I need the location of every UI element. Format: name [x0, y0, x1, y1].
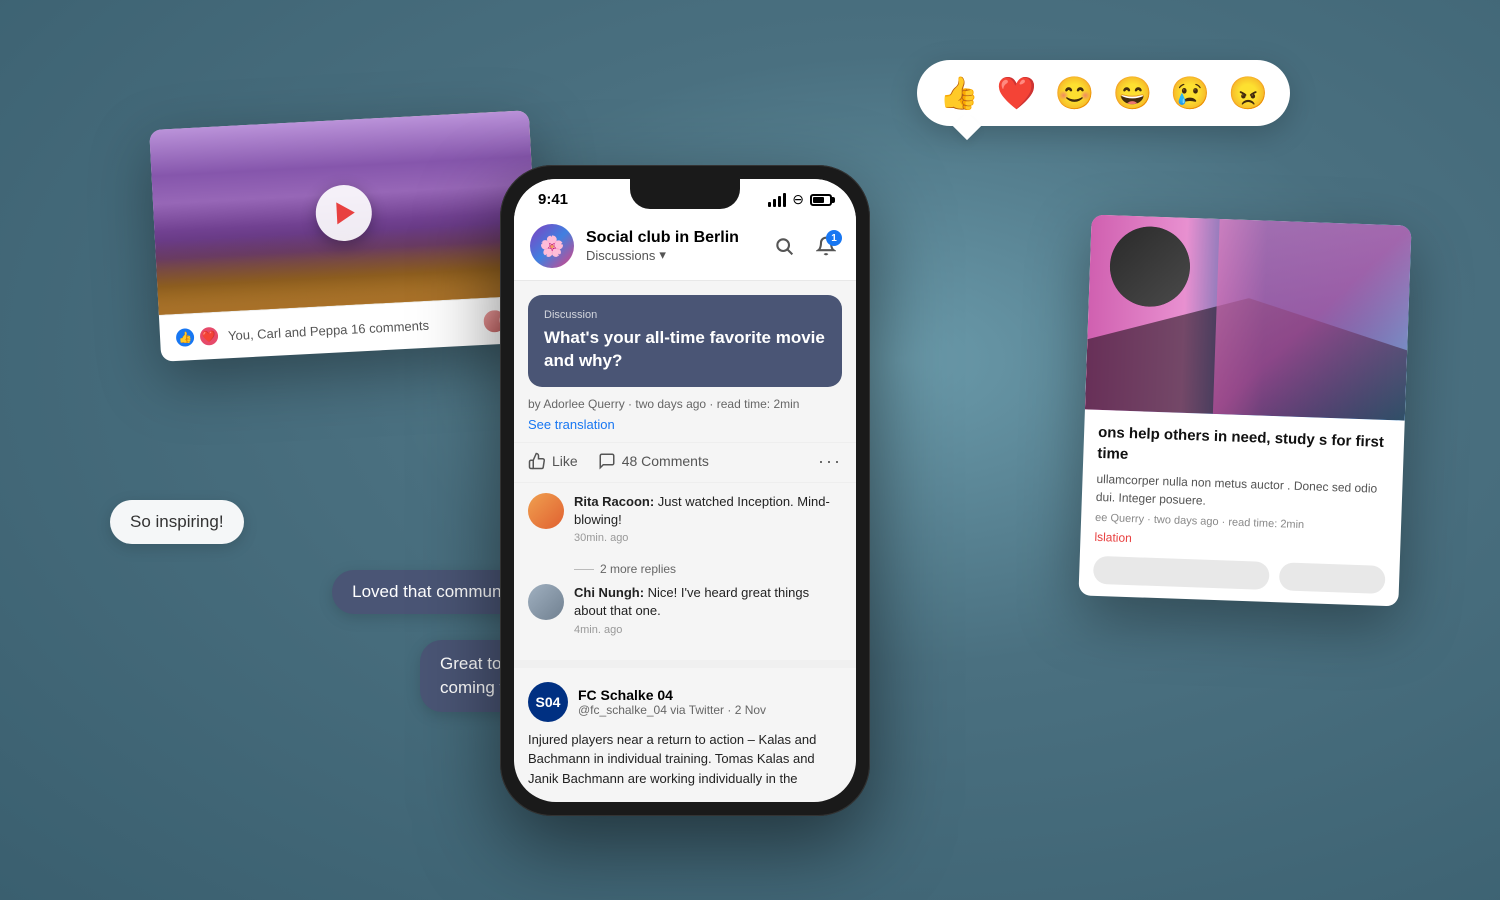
right-panel-image — [1085, 215, 1412, 421]
comment-text-chi: Chi Nungh: Nice! I've heard great things… — [574, 584, 842, 620]
rp-btn-1 — [1093, 556, 1270, 590]
phone: 9:41 ⊖ 🌸 — [500, 165, 870, 816]
avatar-chi — [528, 584, 564, 620]
discussion-label: Discussion — [544, 309, 826, 321]
article-title: ons help others in need, study s for fir… — [1097, 422, 1390, 474]
notch — [630, 179, 740, 209]
like-label: Like — [552, 453, 578, 469]
header-info: Social club in Berlin Discussions ▾ — [586, 229, 758, 263]
see-translation-link[interactable]: See translation — [514, 417, 856, 442]
more-replies[interactable]: 2 more replies — [528, 558, 842, 584]
discussion-card: Discussion What's your all-time favorite… — [528, 295, 842, 387]
comments-count-label: 48 Comments — [622, 453, 709, 469]
love-icon: ❤️ — [197, 325, 220, 348]
twitter-post: S04 FC Schalke 04 @fc_schalke_04 via Twi… — [514, 660, 856, 803]
comment-time-rita: 30min. ago — [574, 532, 842, 544]
play-icon — [336, 201, 355, 224]
signal-bar-2 — [773, 199, 776, 207]
footer-text: You, Carl and Peppa 16 comments — [228, 315, 474, 343]
group-name: Social club in Berlin — [586, 229, 758, 247]
reaction-like[interactable]: 👍 — [939, 74, 979, 112]
discussion-title: What's your all-time favorite movie and … — [544, 327, 826, 373]
see-translation-right[interactable]: lslation — [1094, 530, 1132, 545]
reaction-sad[interactable]: 😢 — [1170, 74, 1210, 112]
rp-btn-2 — [1279, 562, 1386, 594]
search-button[interactable] — [770, 232, 798, 260]
comment-time-chi: 4min. ago — [574, 624, 842, 636]
battery-icon — [810, 194, 832, 206]
group-avatar: 🌸 — [530, 224, 574, 268]
comments-section: Rita Racoon: Just watched Inception. Min… — [514, 483, 856, 660]
comment-item-rita: Rita Racoon: Just watched Inception. Min… — [528, 493, 842, 544]
phone-wrapper: 9:41 ⊖ 🌸 — [500, 165, 870, 816]
signal-bar-1 — [768, 202, 771, 207]
app-header: 🌸 Social club in Berlin Discussions ▾ — [514, 214, 856, 281]
comment-content-chi: Chi Nungh: Nice! I've heard great things… — [574, 584, 842, 635]
post-meta: by Adorlee Querry · two days ago · read … — [514, 387, 856, 417]
action-bar: Like 48 Comments ··· — [514, 442, 856, 483]
avatar-emoji: 🌸 — [540, 234, 565, 259]
right-panel: ons help others in need, study s for fir… — [1078, 215, 1411, 607]
right-panel-buttons — [1093, 556, 1386, 594]
reaction-love[interactable]: ❤️ — [997, 74, 1037, 112]
notification-button[interactable]: 1 — [812, 232, 840, 260]
graffiti-bg — [1213, 219, 1412, 421]
chat-bubble-inspiring: So inspiring! — [110, 500, 244, 544]
comments-count: 16 comments — [351, 317, 430, 336]
comments-button[interactable]: 48 Comments — [598, 452, 818, 470]
twitter-handle: @fc_schalke_04 via Twitter · 2 Nov — [578, 703, 766, 717]
comment-author-rita: Rita Racoon: — [574, 494, 658, 509]
reaction-haha[interactable]: 😊 — [1055, 74, 1095, 112]
twitter-info: FC Schalke 04 @fc_schalke_04 via Twitter… — [578, 687, 766, 717]
inspiring-text: So inspiring! — [130, 512, 224, 531]
left-video-card: 👍 ❤️ You, Carl and Peppa 16 comments — [149, 110, 541, 362]
battery-fill — [813, 197, 824, 203]
header-subtitle[interactable]: Discussions ▾ — [586, 247, 758, 263]
comment-item-chi: Chi Nungh: Nice! I've heard great things… — [528, 584, 842, 635]
like-icon: 👍 — [174, 326, 197, 349]
twitter-avatar: S04 — [528, 682, 568, 722]
reactions-bubble: 👍 ❤️ 😊 😄 😢 😠 — [917, 60, 1290, 126]
wifi-icon: ⊖ — [792, 191, 804, 208]
notification-badge: 1 — [826, 230, 842, 246]
signal-bar-4 — [783, 193, 786, 207]
footer-names: You, Carl and Peppa — [228, 322, 348, 343]
avatar-rita — [528, 493, 564, 529]
reaction-icons: 👍 ❤️ — [174, 325, 221, 349]
status-icons: ⊖ — [768, 191, 832, 208]
more-options-button[interactable]: ··· — [818, 451, 842, 472]
signal-bar-3 — [778, 196, 781, 207]
twitter-header: S04 FC Schalke 04 @fc_schalke_04 via Twi… — [528, 682, 842, 722]
reaction-angry[interactable]: 😠 — [1228, 74, 1268, 112]
comment-author-chi: Chi Nungh: — [574, 585, 648, 600]
comment-text-rita: Rita Racoon: Just watched Inception. Min… — [574, 493, 842, 529]
twitter-text: Injured players near a return to action … — [528, 730, 842, 789]
video-thumbnail[interactable] — [149, 110, 538, 315]
article-meta: ee Querry · two days ago · read time: 2m… — [1095, 512, 1387, 534]
chevron-down-icon: ▾ — [659, 247, 666, 263]
section-label: Discussions — [586, 248, 655, 263]
reaction-wow[interactable]: 😄 — [1112, 74, 1152, 112]
phone-screen: 9:41 ⊖ 🌸 — [514, 179, 856, 802]
article-body: ullamcorper nulla non metus auctor . Don… — [1096, 470, 1389, 516]
status-time: 9:41 — [538, 191, 568, 208]
comment-content-rita: Rita Racoon: Just watched Inception. Min… — [574, 493, 842, 544]
status-bar: 9:41 ⊖ — [514, 179, 856, 214]
like-button[interactable]: Like — [528, 452, 578, 470]
header-actions: 1 — [770, 232, 840, 260]
twitter-account-name: FC Schalke 04 — [578, 687, 766, 703]
signal-icon — [768, 193, 786, 207]
right-panel-content: ons help others in need, study s for fir… — [1078, 409, 1404, 606]
